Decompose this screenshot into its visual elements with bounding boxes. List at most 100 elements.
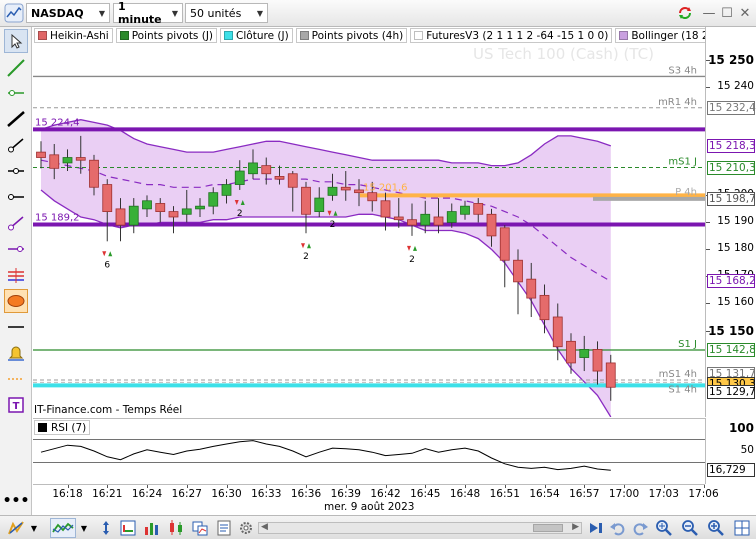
price-tick-label: 15 250 <box>708 53 754 68</box>
minimize-button[interactable]: — <box>700 4 718 22</box>
ray-tool[interactable] <box>4 133 28 157</box>
level-label: 15 201,6 <box>363 182 408 193</box>
chart-type-button[interactable] <box>50 518 76 538</box>
horizontal-ray-icon <box>8 194 24 200</box>
date-label: mer. 9 août 2023 <box>324 501 415 513</box>
scroll-right-icon[interactable]: ▶ <box>572 522 579 532</box>
levels-tool[interactable] <box>4 263 28 287</box>
compare-button[interactable] <box>190 518 210 538</box>
bollinger-band-fill <box>41 119 611 417</box>
price-chart[interactable]: US Tech 100 (Cash) (TC) 6 2 2 2 2 S3 4h mR1 4h 1… <box>33 44 705 417</box>
time-tick-mark <box>544 485 546 488</box>
candle-body <box>579 349 590 358</box>
trendline-tool[interactable] <box>4 56 28 80</box>
rsi-legend[interactable]: RSI (7) <box>34 420 91 435</box>
level-label: mR1 4h <box>658 97 697 108</box>
price-tick-mark <box>706 330 710 332</box>
redo-button[interactable] <box>630 518 650 538</box>
price-tick-label: 15 160 <box>717 296 754 309</box>
timeframe-select[interactable]: 1 minute ▼ <box>113 0 183 26</box>
refresh-button[interactable] <box>676 4 694 22</box>
move-button[interactable] <box>96 518 116 538</box>
bar-chart-button[interactable] <box>142 518 162 538</box>
pointer-tool[interactable] <box>4 29 28 53</box>
legend-item[interactable]: Clôture (J) <box>220 28 293 43</box>
ellipse-tool[interactable] <box>4 289 28 313</box>
signal-label: 2 <box>330 220 336 230</box>
line-tool[interactable] <box>4 107 28 131</box>
candles-button[interactable] <box>166 518 186 538</box>
candle-body <box>393 216 404 221</box>
legend-label: Bollinger (18 2) <box>631 29 713 42</box>
fibonacci-tool[interactable] <box>4 211 28 235</box>
price-tick-label: 15 240 <box>717 80 754 93</box>
level-label: mS1 4h <box>659 369 697 380</box>
candle-body <box>526 278 537 299</box>
legend-item[interactable]: Bollinger (18 2) <box>615 28 717 43</box>
legend-swatch <box>38 31 47 40</box>
chevron-down-icon: ▼ <box>98 8 105 18</box>
fullscreen-button[interactable] <box>732 518 752 538</box>
text-tool[interactable]: T <box>4 393 28 417</box>
more-tools-button[interactable]: ••• <box>2 489 30 513</box>
price-tick-mark <box>706 222 710 224</box>
horizontal-line-tool[interactable] <box>4 159 28 183</box>
ellipsis-icon: ••• <box>2 493 30 509</box>
candle-body <box>221 184 232 196</box>
close-button[interactable]: ✕ <box>736 4 754 22</box>
channel-tool[interactable] <box>4 237 28 261</box>
candle-body <box>486 213 497 237</box>
time-tick-label: 16:48 <box>449 488 481 500</box>
zoom-out-button[interactable] <box>680 518 700 538</box>
candle-body <box>407 219 417 226</box>
template-button[interactable] <box>214 518 234 538</box>
scrollbar-thumb[interactable] <box>533 524 563 532</box>
signal-label: 2 <box>303 252 309 262</box>
rsi-axis: 100 50 16,729 <box>705 418 756 484</box>
go-to-end-button[interactable] <box>586 518 606 538</box>
time-scrollbar[interactable]: ◀ ▶ <box>258 522 582 534</box>
time-tick-mark <box>465 485 466 488</box>
ray-icon <box>8 138 24 153</box>
settings-button[interactable] <box>236 518 256 538</box>
time-tick-label: 16:45 <box>410 488 441 500</box>
time-axis[interactable]: mer. 9 août 2023 16:18 16:21 16:24 16:27 16:… <box>33 484 719 515</box>
indicators-button[interactable] <box>118 518 138 538</box>
price-tick-label: 15 190 <box>717 215 754 228</box>
draw-dropdown[interactable]: ▼ <box>28 518 40 538</box>
time-tick-mark <box>226 485 228 488</box>
scroll-left-icon[interactable]: ◀ <box>261 522 268 532</box>
rsi-line <box>40 440 611 471</box>
chart-type-dropdown[interactable]: ▼ <box>78 518 90 538</box>
candle-body <box>473 203 484 215</box>
legend-item[interactable]: Points pivots (4h) <box>295 28 408 43</box>
candle-body <box>62 157 73 164</box>
horizontal-segment-tool[interactable] <box>4 81 28 105</box>
line-icon <box>7 111 25 127</box>
separator-tool[interactable] <box>4 315 28 339</box>
price-value-box: 15 218,3 <box>707 138 756 153</box>
units-select[interactable]: 50 unités ▼ <box>185 3 268 23</box>
zoom-in-button[interactable] <box>706 518 726 538</box>
chevron-down-icon: ▼ <box>30 523 38 533</box>
gear-icon <box>240 522 252 534</box>
horizontal-ray-tool[interactable] <box>4 185 28 209</box>
alert-tool[interactable] <box>4 341 28 365</box>
zoom-fit-button[interactable] <box>654 518 674 538</box>
candle-body <box>287 173 298 188</box>
undo-button[interactable] <box>608 518 628 538</box>
legend-item[interactable]: FuturesV3 (2 1 1 1 2 -64 -15 1 0 0) <box>410 28 613 43</box>
legend-swatch <box>224 31 234 40</box>
draw-button[interactable] <box>6 518 26 538</box>
rsi-chart[interactable] <box>33 418 705 484</box>
maximize-button[interactable]: ☐ <box>718 4 736 22</box>
price-value-box: 15 142,8 <box>707 342 756 357</box>
legend-item[interactable]: Heikin-Ashi <box>34 28 113 43</box>
signal-down-icon <box>102 251 107 257</box>
price-tick-label: 15 150 <box>708 323 754 338</box>
legend-item[interactable]: Points pivots (J) <box>115 28 218 43</box>
chevron-down-icon: ▼ <box>256 8 263 18</box>
price-axis[interactable]: 15 25015 20015 19015 18015 17015 16015 1… <box>705 27 756 417</box>
dashed-line-tool[interactable] <box>4 367 28 391</box>
instrument-select[interactable]: NASDAQ ▼ <box>26 3 110 23</box>
